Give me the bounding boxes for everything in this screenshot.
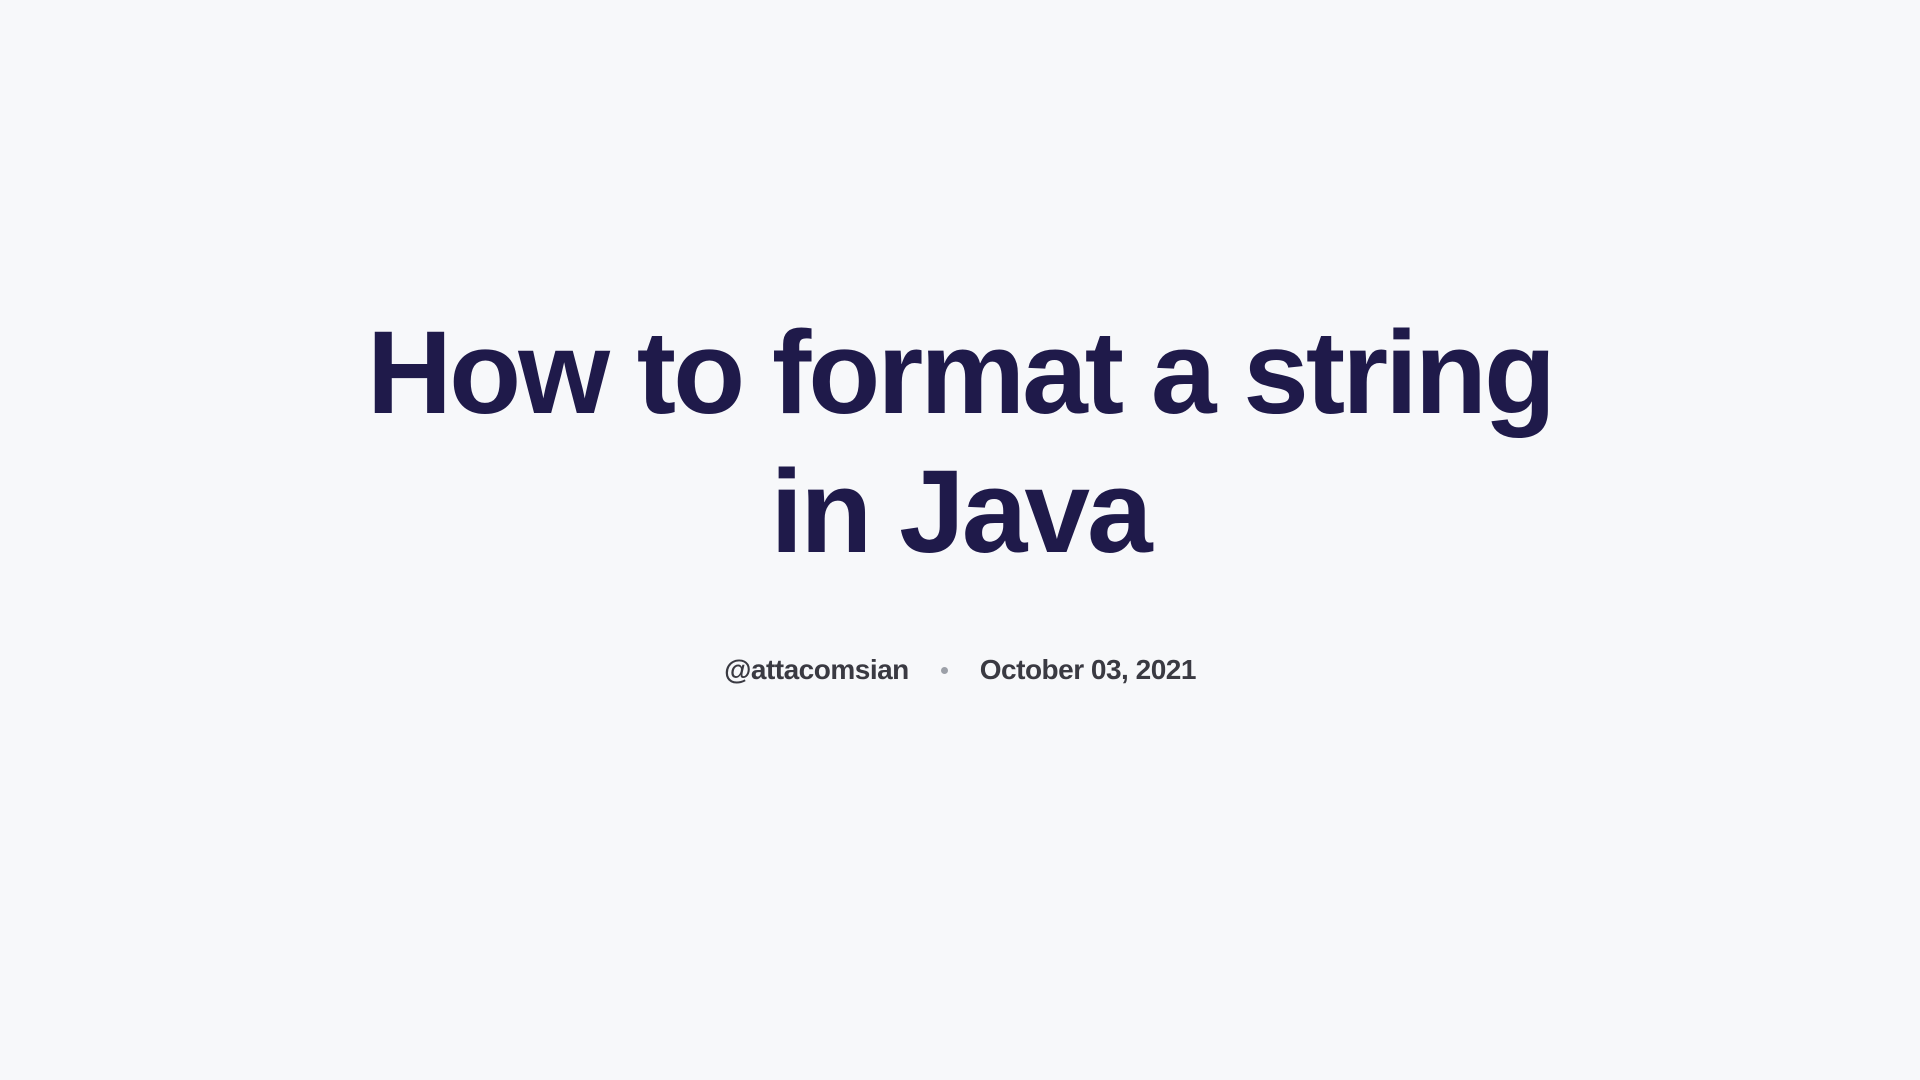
author-handle: @attacomsian: [724, 654, 909, 686]
separator-dot-icon: [941, 667, 948, 674]
article-title: How to format a string in Java: [310, 304, 1610, 582]
article-header: How to format a string in Java @attacoms…: [310, 304, 1610, 686]
publish-date: October 03, 2021: [980, 654, 1196, 686]
article-meta: @attacomsian October 03, 2021: [724, 654, 1196, 686]
